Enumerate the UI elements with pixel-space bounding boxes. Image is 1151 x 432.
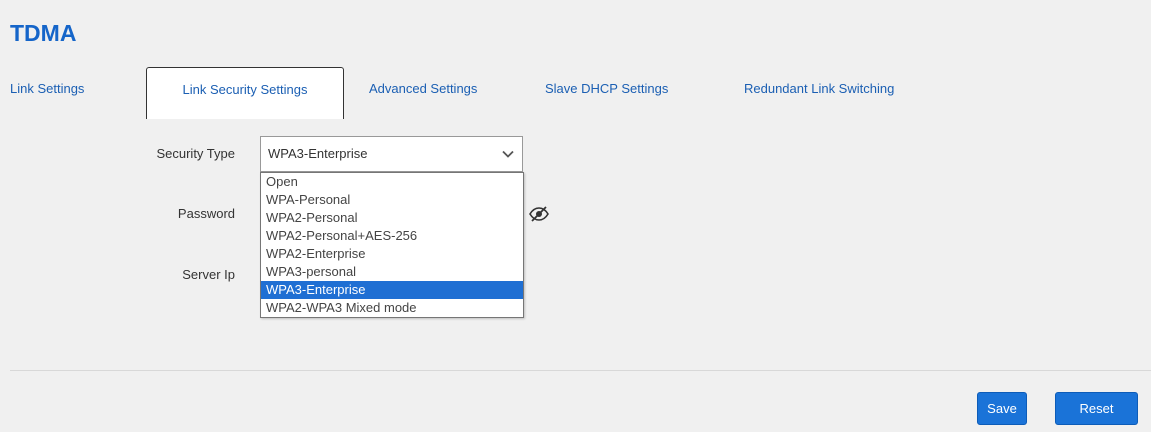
save-button[interactable]: Save [977, 392, 1027, 425]
security-type-select[interactable]: WPA3-Enterprise [260, 136, 523, 172]
option-open[interactable]: Open [261, 173, 523, 191]
option-wpa2-personal-aes-256[interactable]: WPA2-Personal+AES-256 [261, 227, 523, 245]
eye-slash-icon[interactable] [528, 204, 550, 224]
server-ip-label: Server Ip [182, 267, 235, 282]
reset-button[interactable]: Reset [1055, 392, 1138, 425]
security-type-label: Security Type [156, 146, 235, 161]
password-label: Password [177, 206, 235, 221]
option-wpa2-personal[interactable]: WPA2-Personal [261, 209, 523, 227]
option-wpa3-personal[interactable]: WPA3-personal [261, 263, 523, 281]
tab-redundant-link-switching[interactable]: Redundant Link Switching [744, 67, 944, 119]
footer-divider [10, 370, 1151, 371]
security-type-selected-value: WPA3-Enterprise [268, 146, 368, 161]
tab-advanced-settings[interactable]: Advanced Settings [369, 67, 519, 119]
tab-link-security-settings[interactable]: Link Security Settings [146, 67, 344, 119]
option-wpa2-enterprise[interactable]: WPA2-Enterprise [261, 245, 523, 263]
security-type-dropdown: Open WPA-Personal WPA2-Personal WPA2-Per… [260, 172, 524, 318]
tab-bar: Link Settings Link Security Settings Adv… [10, 67, 1151, 119]
tab-link-settings[interactable]: Link Settings [10, 67, 130, 119]
chevron-down-icon [502, 150, 514, 158]
page-title: TDMA [10, 20, 77, 46]
option-wpa-personal[interactable]: WPA-Personal [261, 191, 523, 209]
tab-slave-dhcp-settings[interactable]: Slave DHCP Settings [545, 67, 715, 119]
option-wpa2-wpa3-mixed-mode[interactable]: WPA2-WPA3 Mixed mode [261, 299, 523, 317]
option-wpa3-enterprise[interactable]: WPA3-Enterprise [261, 281, 523, 299]
